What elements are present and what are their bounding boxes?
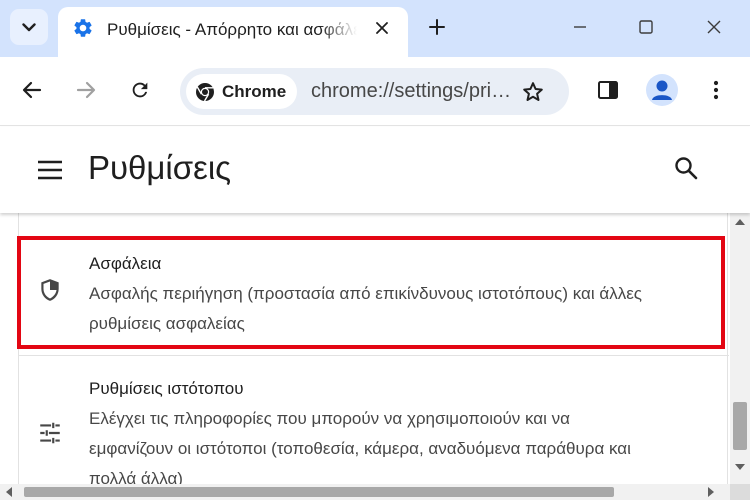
more-vert-icon xyxy=(713,80,719,100)
scroll-up-arrow-icon[interactable] xyxy=(735,219,745,225)
scroll-right-arrow-icon[interactable] xyxy=(708,487,714,497)
url-text[interactable]: chrome://settings/privacy xyxy=(311,80,516,103)
row-title: Ασφάλεια xyxy=(89,254,162,273)
star-icon xyxy=(523,82,543,101)
maximize-button[interactable] xyxy=(632,13,660,41)
tab-close-button[interactable] xyxy=(371,17,393,39)
hamburger-menu-icon[interactable] xyxy=(36,159,64,181)
shield-icon xyxy=(41,279,59,301)
row-description: ρυθμίσεις ασφαλείας xyxy=(89,314,245,333)
settings-header: Ρυθμίσεις xyxy=(0,127,750,213)
row-description: εμφανίζουν οι ιστότοποι (τοποθεσία, κάμε… xyxy=(89,439,631,458)
row-description: Ελέγχει τις πληροφορίες που μπορούν να χ… xyxy=(89,409,570,428)
settings-row-site-settings[interactable]: Ρυθμίσεις ιστότοπου Ελέγχει τις πληροφορ… xyxy=(19,356,729,484)
back-button[interactable] xyxy=(16,74,48,106)
profile-avatar[interactable] xyxy=(646,74,678,106)
settings-content: Ασφάλεια Ασφαλής περιήγηση (προστασία απ… xyxy=(0,213,730,484)
settings-card: Ασφάλεια Ασφαλής περιήγηση (προστασία απ… xyxy=(18,213,729,484)
omnibox[interactable]: Chrome chrome://settings/privacy xyxy=(180,68,569,115)
arrow-right-icon xyxy=(76,81,96,99)
forward-button[interactable] xyxy=(70,74,102,106)
plus-icon xyxy=(429,19,445,35)
settings-row-security[interactable]: Ασφάλεια Ασφαλής περιήγηση (προστασία απ… xyxy=(19,213,729,355)
row-description: Ασφαλής περιήγηση (προστασία από επικίνδ… xyxy=(89,284,642,303)
search-icon[interactable] xyxy=(672,154,700,182)
browser-toolbar: Chrome chrome://settings/privacy xyxy=(0,57,750,126)
bookmark-button[interactable] xyxy=(519,78,547,106)
tab-title: Ρυθμίσεις - Απόρρητο και ασφάλεια xyxy=(107,20,357,39)
side-panel-icon xyxy=(598,81,618,99)
scroll-down-arrow-icon[interactable] xyxy=(735,464,745,470)
minimize-icon xyxy=(574,26,586,28)
gear-icon xyxy=(74,19,92,37)
scroll-thumb[interactable] xyxy=(24,487,614,497)
chevron-down-icon xyxy=(22,22,36,31)
row-title: Ρυθμίσεις ιστότοπου xyxy=(89,379,244,398)
tab-search-button[interactable] xyxy=(10,9,48,45)
chip-label: Chrome xyxy=(222,81,287,101)
close-icon xyxy=(707,20,721,34)
tune-sliders-icon xyxy=(40,422,60,444)
site-info-chip[interactable]: Chrome xyxy=(186,74,298,109)
menu-button[interactable] xyxy=(700,74,732,106)
person-icon xyxy=(652,80,672,100)
new-tab-button[interactable] xyxy=(423,13,451,41)
row-description: πολλά άλλα) xyxy=(89,469,183,484)
scroll-thumb[interactable] xyxy=(733,402,747,450)
horizontal-scrollbar[interactable] xyxy=(0,484,750,500)
close-window-button[interactable] xyxy=(700,13,728,41)
scrollbar-corner xyxy=(730,484,750,500)
reload-icon xyxy=(132,82,148,98)
scroll-left-arrow-icon[interactable] xyxy=(6,487,12,497)
minimize-button[interactable] xyxy=(566,13,594,41)
active-tab[interactable]: Ρυθμίσεις - Απόρρητο και ασφάλεια xyxy=(58,7,408,57)
maximize-icon xyxy=(639,20,653,34)
tab-strip: Ρυθμίσεις - Απόρρητο και ασφάλεια xyxy=(0,0,750,57)
close-icon xyxy=(376,22,388,34)
vertical-scrollbar[interactable] xyxy=(730,213,750,484)
arrow-left-icon xyxy=(22,81,42,99)
reload-button[interactable] xyxy=(124,74,156,106)
chrome-logo-icon xyxy=(196,82,214,101)
side-panel-button[interactable] xyxy=(592,74,624,106)
page-title: Ρυθμίσεις xyxy=(88,149,232,186)
